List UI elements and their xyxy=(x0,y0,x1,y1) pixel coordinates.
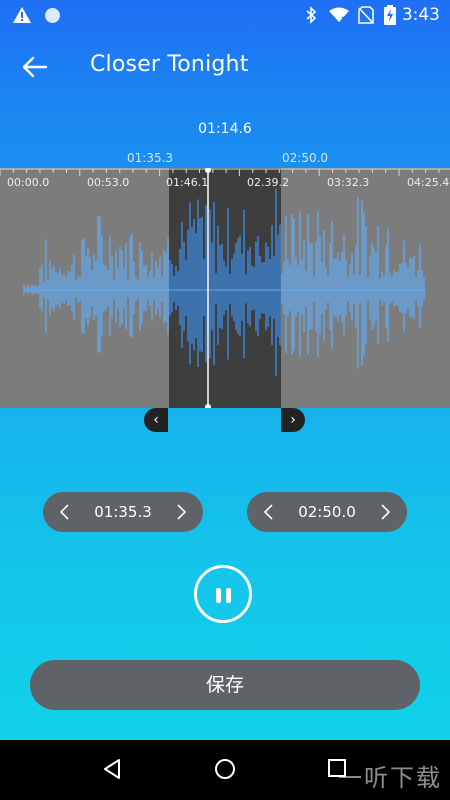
back-triangle-icon[interactable] xyxy=(102,758,122,780)
selection-start-label: 01:35.3 xyxy=(127,151,174,165)
end-handle[interactable]: › xyxy=(281,408,305,432)
chevron-left-icon: ‹ xyxy=(153,412,159,428)
selection-end-label: 02:50.0 xyxy=(282,151,329,165)
watermark: 一听下载 xyxy=(338,764,442,792)
wifi-icon xyxy=(329,7,349,23)
app-bar: Closer Tonight xyxy=(0,32,450,100)
current-time: 01:14.6 xyxy=(198,121,252,137)
app-screen: 3:43 Closer Tonight 01:14.6 01:35.3 02:5… xyxy=(0,0,450,740)
status-bar: 3:43 xyxy=(0,0,450,32)
waveform[interactable] xyxy=(0,168,450,408)
status-time: 3:43 xyxy=(401,5,440,25)
tick-label: 00:53.0 xyxy=(87,176,130,189)
waveform-editor[interactable]: 00:00.0 00:53.0 01:46.1 02.39.2 03:32.3 … xyxy=(0,168,450,408)
chevron-right-icon[interactable] xyxy=(373,500,397,524)
tick-label: 01:46.1 xyxy=(166,176,209,189)
page-title: Closer Tonight xyxy=(90,52,249,77)
warning-icon xyxy=(13,7,31,23)
start-time-stepper: 01:35.3 xyxy=(43,492,203,532)
arrow-left-icon[interactable] xyxy=(20,52,50,82)
tick-label: 00:00.0 xyxy=(7,176,50,189)
end-time-stepper: 02:50.0 xyxy=(247,492,407,532)
start-handle[interactable]: ‹ xyxy=(144,408,168,432)
chevron-right-icon: › xyxy=(290,412,296,428)
save-button[interactable]: 保存 xyxy=(30,660,420,710)
home-circle-icon[interactable] xyxy=(214,758,236,780)
pause-button[interactable] xyxy=(194,565,252,623)
tick-label: 03:32.3 xyxy=(327,176,370,189)
tick-label: 02.39.2 xyxy=(247,176,289,189)
tick-label: 04:25.4 xyxy=(407,176,450,189)
chevron-right-icon[interactable] xyxy=(169,500,193,524)
no-sim-icon xyxy=(358,6,374,24)
battery-charging-icon xyxy=(384,5,396,25)
bluetooth-icon xyxy=(306,6,317,24)
sync-icon xyxy=(45,8,60,23)
